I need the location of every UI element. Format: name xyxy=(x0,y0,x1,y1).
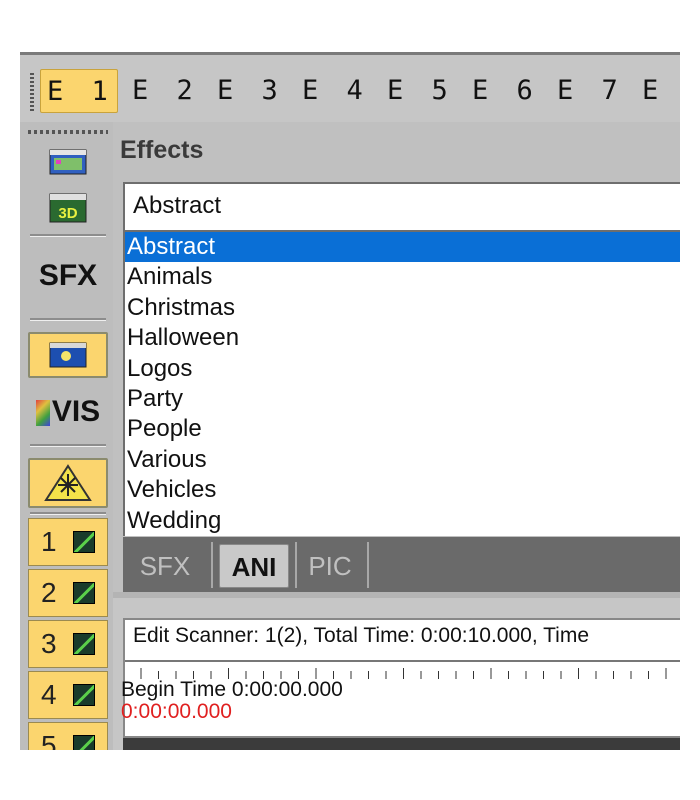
svg-text:3D: 3D xyxy=(58,205,77,222)
list-item-christmas[interactable]: Christmas xyxy=(125,293,680,323)
list-item-wedding[interactable]: Wedding xyxy=(125,506,680,536)
divider xyxy=(125,660,680,662)
list-item-people[interactable]: People xyxy=(125,414,680,444)
scanner-button-4[interactable]: 4 xyxy=(28,671,108,719)
begin-time: Begin Time 0:00:00.000 xyxy=(121,678,343,701)
scanner-number: 2 xyxy=(41,577,57,608)
scanner-number: 5 xyxy=(41,730,57,750)
list-item-vehicles[interactable]: Vehicles xyxy=(125,475,680,505)
scanner-icon xyxy=(72,633,95,655)
divider xyxy=(211,542,213,588)
list-item-halloween[interactable]: Halloween xyxy=(125,323,680,353)
tab-e3[interactable]: E 3 xyxy=(211,69,289,113)
divider xyxy=(30,512,106,515)
video-effects-button[interactable] xyxy=(28,142,108,182)
tab-e5[interactable]: E 5 xyxy=(381,69,459,113)
effects-panel: Effects Abstract Abstract Animals Christ… xyxy=(113,122,680,592)
tab-e8[interactable]: E 8 xyxy=(636,69,680,113)
sfx-button[interactable]: SFX xyxy=(28,248,108,304)
scanner-button-1[interactable]: 1 xyxy=(28,518,108,566)
vis-icon xyxy=(35,400,50,427)
scanner-panel: Edit Scanner: 1(2), Total Time: 0:00:10.… xyxy=(113,598,680,750)
tab-sfx[interactable]: SFX xyxy=(135,544,195,588)
3d-effects-button[interactable]: 3D xyxy=(28,186,108,230)
category-combobox[interactable]: Abstract xyxy=(123,182,680,232)
toolbar-grip[interactable] xyxy=(28,130,108,134)
scanner-button-2[interactable]: 2 xyxy=(28,569,108,617)
scanner-number: 3 xyxy=(41,628,57,659)
laser-button[interactable] xyxy=(28,458,108,508)
tab-e4[interactable]: E 4 xyxy=(296,69,374,113)
effect-tabs-bar: E 1 E 2 E 3 E 4 E 5 E 6 E 7 E 8 xyxy=(20,52,680,122)
list-item-various[interactable]: Various xyxy=(125,445,680,475)
divider xyxy=(30,234,106,237)
divider xyxy=(30,444,106,447)
list-item-animals[interactable]: Animals xyxy=(125,262,680,292)
3d-icon: 3D xyxy=(49,193,87,223)
list-item-abstract[interactable]: Abstract xyxy=(125,232,680,263)
scanner-number: 4 xyxy=(41,679,57,710)
divider xyxy=(367,542,369,588)
divider xyxy=(295,542,297,588)
tab-e6[interactable]: E 6 xyxy=(466,69,544,113)
current-time: 0:00:00.000 xyxy=(121,700,232,723)
next-panel-header xyxy=(123,738,680,750)
tab-e2[interactable]: E 2 xyxy=(126,69,204,113)
scanner-info: Edit Scanner: 1(2), Total Time: 0:00:10.… xyxy=(133,624,590,647)
panel-title: Effects xyxy=(120,136,204,164)
scanner-icon xyxy=(72,735,95,750)
tab-pic[interactable]: PIC xyxy=(301,544,359,588)
application-window: E 1 E 2 E 3 E 4 E 5 E 6 E 7 E 8 3D xyxy=(20,52,680,750)
tab-e7[interactable]: E 7 xyxy=(551,69,629,113)
scanner-button-3[interactable]: 3 xyxy=(28,620,108,668)
vis-button[interactable]: VIS xyxy=(28,384,108,440)
vis-label: VIS xyxy=(51,395,101,428)
scanner-timeline: Edit Scanner: 1(2), Total Time: 0:00:10.… xyxy=(121,618,680,738)
list-item-logos[interactable]: Logos xyxy=(125,354,680,384)
category-list[interactable]: Abstract Animals Christmas Halloween Log… xyxy=(123,232,680,536)
animation-icon xyxy=(49,342,87,368)
tab-ani[interactable]: ANI xyxy=(219,544,289,588)
scanner-icon xyxy=(72,684,95,706)
scanner-button-5[interactable]: 5 xyxy=(28,722,108,750)
left-toolbar: 3D SFX VIS 1 2 3 4 5 xyxy=(20,122,113,750)
divider xyxy=(30,318,106,321)
animation-button[interactable] xyxy=(28,332,108,378)
list-item-party[interactable]: Party xyxy=(125,384,680,414)
tab-e1[interactable]: E 1 xyxy=(40,69,118,113)
video-icon xyxy=(49,149,87,175)
laser-icon xyxy=(44,464,92,501)
scanner-icon xyxy=(72,582,95,604)
scanner-number: 1 xyxy=(41,526,57,557)
toolbar-grip[interactable] xyxy=(30,73,34,111)
effect-type-tabs: SFX ANI PIC xyxy=(123,537,680,592)
scanner-icon xyxy=(72,531,95,553)
